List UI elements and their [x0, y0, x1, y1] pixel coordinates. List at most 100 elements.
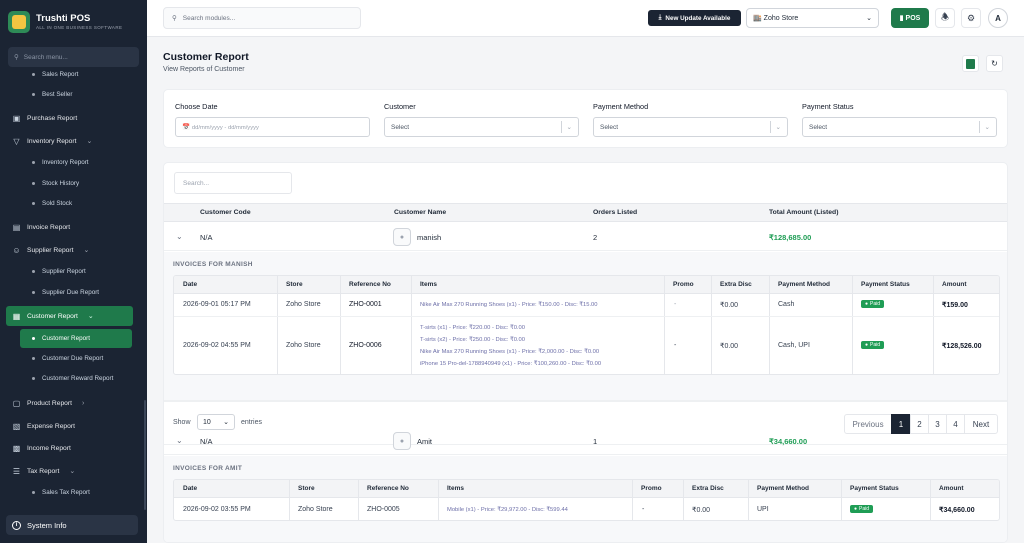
invoice-section: INVOICES FOR MANISH Date Store Reference…	[164, 252, 1007, 401]
chevron-down-icon[interactable]: ⌄	[176, 232, 183, 241]
sidebar-item-supplier-report-sub[interactable]: Supplier Report	[20, 262, 132, 281]
expense-icon: ▧	[12, 421, 21, 431]
refresh-button[interactable]: ↻	[986, 55, 1003, 72]
chevron-down-icon: ⌄	[83, 247, 90, 254]
payment-method-select[interactable]: Select ⌄	[593, 117, 788, 137]
sidebar-item-customer-report-sub[interactable]: Customer Report	[20, 329, 132, 348]
brand[interactable]: Trushti POS ALL IN ONE BUSINESS SOFTWARE	[8, 8, 143, 36]
export-excel-button[interactable]	[962, 55, 979, 72]
sidebar-item-customer-due-report[interactable]: Customer Due Report	[20, 349, 132, 368]
module-search-input[interactable]: ⚲ Search modules...	[163, 7, 361, 29]
invoice-store: Zoho Store	[286, 301, 321, 308]
sidebar-item-income-report[interactable]: ▩ Income Report	[6, 438, 133, 458]
sidebar-nav: Sales Report Best Seller ▣ Purchase Repor…	[0, 68, 147, 506]
sidebar-item-invoice-report[interactable]: ▤ Invoice Report	[6, 217, 133, 237]
users-icon: ☺	[12, 245, 21, 255]
invoice-row[interactable]: 2026-09-01 05:17 PM Zoho Store ZHO-0001 …	[174, 294, 999, 317]
customer-avatar: ●	[393, 228, 411, 246]
invoice-col-payment-status: Payment Status	[861, 281, 910, 288]
sidebar-item-purchase-report[interactable]: ▣ Purchase Report	[6, 108, 133, 128]
invoice-col-payment-status: Payment Status	[850, 485, 899, 492]
invoice-col-items: Items	[420, 281, 437, 288]
sidebar-item-stock-history[interactable]: Stock History	[20, 174, 132, 193]
sidebar-item-supplier-report[interactable]: ☺ Supplier Report ⌄	[6, 240, 133, 260]
sidebar: Trushti POS ALL IN ONE BUSINESS SOFTWARE…	[0, 0, 147, 543]
download-icon: ⤓	[658, 14, 662, 21]
chevron-down-icon: ⌄	[984, 124, 990, 131]
user-avatar[interactable]: A	[988, 8, 1008, 28]
sidebar-item-supplier-due-report[interactable]: Supplier Due Report	[20, 283, 132, 302]
sidebar-item-inventory-report-sub[interactable]: Inventory Report	[20, 153, 132, 172]
invoice-date: 2026-09-02 04:55 PM	[183, 342, 251, 349]
column-customer-code[interactable]: Customer Code	[200, 209, 251, 216]
payment-status-select[interactable]: Select ⌄	[802, 117, 997, 137]
sidebar-item-expense-report[interactable]: ▧ Expense Report	[6, 416, 133, 436]
invoice-reference[interactable]: ZHO-0001	[349, 301, 382, 308]
invoice-extra-disc: ₹0.00	[720, 302, 739, 309]
gear-icon: ⚙	[966, 12, 976, 23]
sidebar-scrollbar[interactable]	[144, 400, 146, 510]
store-icon: 🏬	[753, 15, 762, 22]
invoice-promo: -	[642, 506, 645, 513]
entries-label: entries	[241, 419, 263, 426]
info-icon: i	[12, 520, 21, 530]
sidebar-item-product-report[interactable]: ▢ Product Report ›	[6, 393, 133, 413]
brand-name: Trushti POS	[36, 13, 91, 24]
sidebar-item-inventory-report[interactable]: ▽ Inventory Report ⌄	[6, 131, 133, 151]
total-amount: ₹34,660.00	[769, 437, 808, 446]
cart-icon: ▣	[12, 113, 21, 123]
invoice-promo: -	[674, 301, 677, 308]
sidebar-item-best-seller[interactable]: Best Seller	[20, 85, 132, 104]
chevron-down-icon: ⌄	[223, 419, 229, 426]
invoice-table: Date Store Reference No Items Promo Extr…	[173, 479, 1000, 521]
date-range-input[interactable]: 📅 dd/mm/yyyy - dd/mm/yyyy	[175, 117, 370, 137]
status-badge: ● Paid	[850, 505, 874, 513]
invoice-table-header: Date Store Reference No Items Promo Extr…	[174, 276, 999, 294]
status-badge: ● Paid	[861, 341, 885, 349]
invoice-amount: ₹34,660.00	[939, 507, 975, 514]
settings-button[interactable]: ⚙	[961, 8, 981, 28]
invoice-row[interactable]: 2026-09-02 03:55 PM Zoho Store ZHO-0005 …	[174, 498, 999, 520]
invoice-payment-method: UPI	[757, 506, 769, 513]
customer-select[interactable]: Select ⌄	[384, 117, 579, 137]
customer-label: Customer	[384, 102, 416, 111]
top-bar: ⚲ Search modules... ⤓ New Update Availab…	[147, 0, 1024, 37]
invoice-item: T-sirts (x1) - Price: ₹220.00 - Disc: ₹0…	[420, 325, 525, 331]
invoice-amount: ₹128,526.00	[942, 343, 982, 350]
column-customer-name[interactable]: Customer Name	[394, 209, 446, 216]
receipt-icon: ▤	[12, 222, 21, 232]
new-update-button[interactable]: ⤓ New Update Available	[648, 10, 741, 26]
search-icon: ⚲	[14, 54, 19, 61]
show-label: Show	[173, 419, 191, 426]
sidebar-item-customer-reward-report[interactable]: Customer Reward Report	[20, 369, 132, 388]
table-row[interactable]: ⌄ N/A ● manish 2 ₹128,685.00	[164, 223, 1007, 251]
chevron-down-icon[interactable]: ⌄	[176, 436, 183, 445]
sidebar-item-customer-report[interactable]: ▦ Customer Report ⌄	[6, 306, 133, 326]
income-icon: ▩	[12, 443, 21, 453]
sidebar-item-sold-stock[interactable]: Sold Stock	[20, 194, 132, 213]
notifications-button[interactable]: 🕭	[935, 8, 955, 28]
chevron-down-icon: ⌄	[566, 124, 572, 131]
column-orders-listed[interactable]: Orders Listed	[593, 209, 637, 216]
column-total-amount[interactable]: Total Amount (Listed)	[769, 209, 838, 216]
sidebar-item-sales-report[interactable]: Sales Report	[20, 68, 132, 84]
invoice-promo: -	[674, 342, 677, 349]
sidebar-item-sales-tax-report[interactable]: Sales Tax Report	[20, 483, 132, 502]
invoice-item: Nike Air Max 270 Running Shoes (x1) - Pr…	[420, 302, 598, 308]
invoice-reference[interactable]: ZHO-0005	[367, 506, 400, 513]
invoice-reference[interactable]: ZHO-0006	[349, 342, 382, 349]
invoice-store: Zoho Store	[298, 506, 333, 513]
invoice-extra-disc: ₹0.00	[720, 343, 739, 350]
sidebar-item-tax-report[interactable]: ☰ Tax Report ⌄	[6, 461, 133, 481]
table-row[interactable]: ⌄ N/A ● Amit 1 ₹34,660.00	[164, 427, 1007, 455]
table-search-input[interactable]: Search...	[174, 172, 292, 194]
pos-button[interactable]: ▮ POS	[891, 8, 929, 28]
invoice-row[interactable]: 2026-09-02 04:55 PM Zoho Store ZHO-0006 …	[174, 318, 999, 374]
sidebar-search-input[interactable]: ⚲ Search menu...	[8, 47, 139, 67]
chevron-down-icon: ⌄	[775, 124, 781, 131]
invoice-col-payment-method: Payment Method	[778, 281, 831, 288]
system-info-button[interactable]: i System Info	[6, 515, 138, 535]
store-select[interactable]: 🏬 Zoho Store ⌄	[746, 8, 879, 28]
invoice-col-extra-disc: Extra Disc	[692, 485, 724, 492]
invoice-section-title: INVOICES FOR AMIT	[173, 465, 243, 472]
